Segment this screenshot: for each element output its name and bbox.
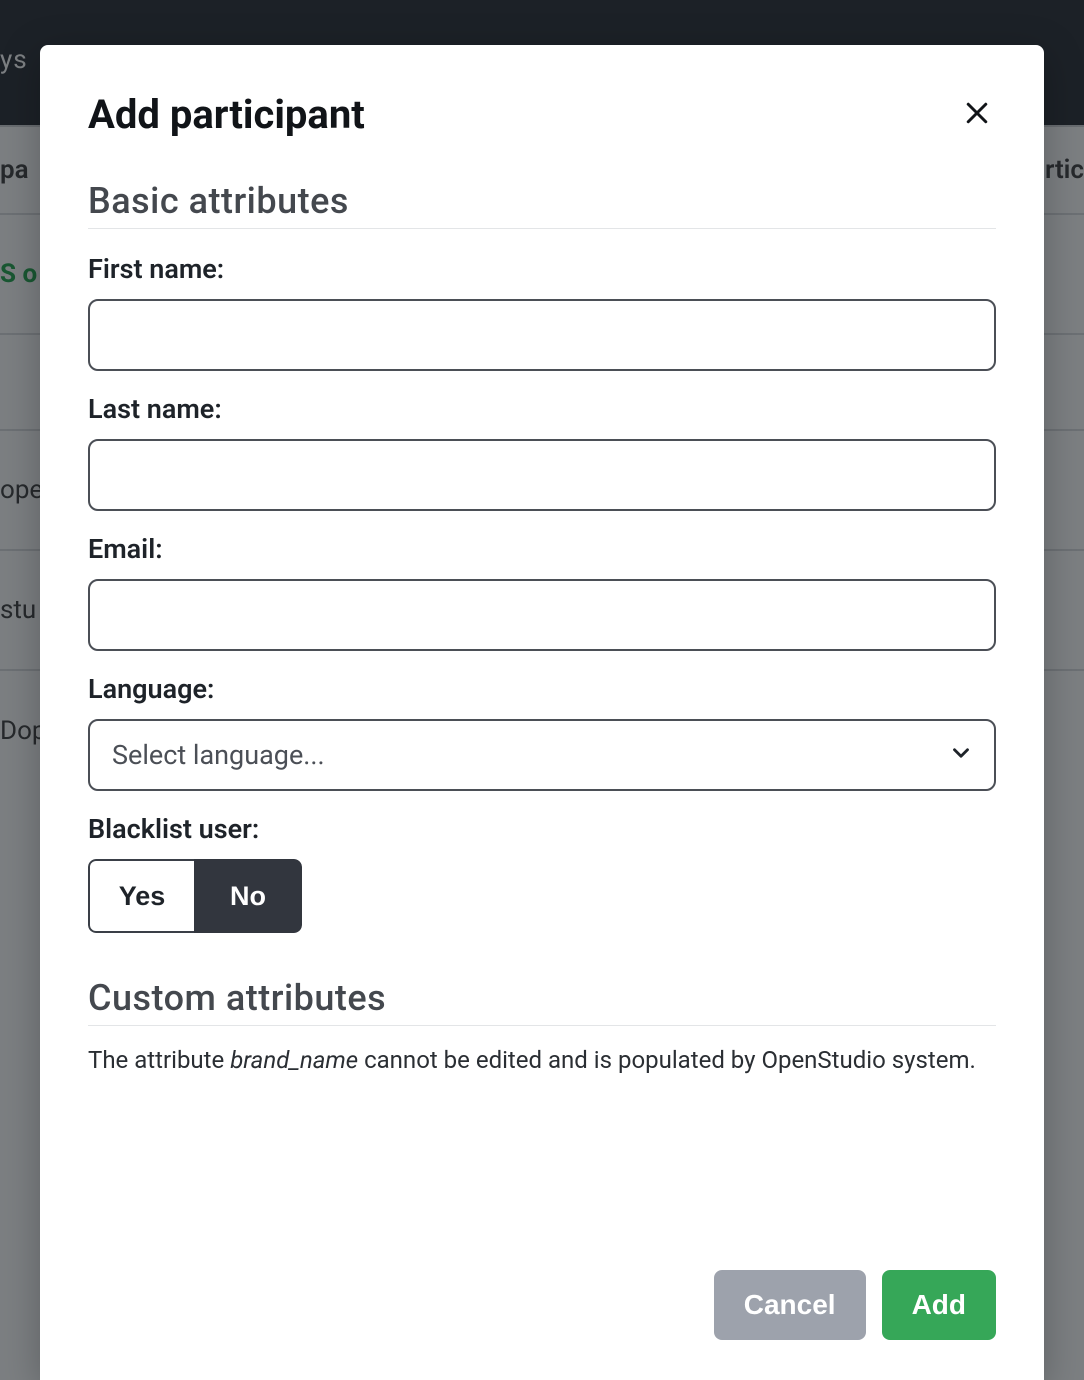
- note-attr-name: brand_name: [230, 1046, 358, 1074]
- email-input[interactable]: [88, 579, 996, 651]
- field-language: Language: Select language...: [88, 673, 996, 791]
- modal-footer: Cancel Add: [88, 1240, 996, 1340]
- blacklist-label: Blacklist user:: [88, 813, 996, 845]
- blacklist-no-button[interactable]: No: [194, 859, 302, 933]
- note-prefix: The attribute: [88, 1046, 230, 1074]
- field-first-name: First name:: [88, 253, 996, 371]
- note-suffix: cannot be edited and is populated by Ope…: [358, 1046, 976, 1074]
- add-button[interactable]: Add: [882, 1270, 996, 1340]
- last-name-input[interactable]: [88, 439, 996, 511]
- blacklist-yes-button[interactable]: Yes: [88, 859, 194, 933]
- modal-title: Add participant: [88, 91, 365, 138]
- last-name-label: Last name:: [88, 393, 996, 425]
- add-participant-modal: Add participant Basic attributes First n…: [40, 45, 1044, 1380]
- custom-attribute-note: The attribute brand_name cannot be edite…: [88, 1042, 996, 1078]
- field-last-name: Last name:: [88, 393, 996, 511]
- section-custom-attributes: Custom attributes: [88, 977, 996, 1026]
- chevron-down-icon: [948, 740, 974, 770]
- section-basic-attributes: Basic attributes: [88, 180, 996, 229]
- first-name-input[interactable]: [88, 299, 996, 371]
- blacklist-toggle: Yes No: [88, 859, 302, 933]
- language-placeholder: Select language...: [112, 739, 325, 771]
- language-select[interactable]: Select language...: [88, 719, 996, 791]
- email-label: Email:: [88, 533, 996, 565]
- first-name-label: First name:: [88, 253, 996, 285]
- close-icon: [962, 116, 992, 131]
- cancel-button[interactable]: Cancel: [714, 1270, 866, 1340]
- close-button[interactable]: [958, 94, 996, 135]
- field-email: Email:: [88, 533, 996, 651]
- field-blacklist: Blacklist user: Yes No: [88, 813, 996, 933]
- modal-header: Add participant: [88, 91, 996, 138]
- language-label: Language:: [88, 673, 996, 705]
